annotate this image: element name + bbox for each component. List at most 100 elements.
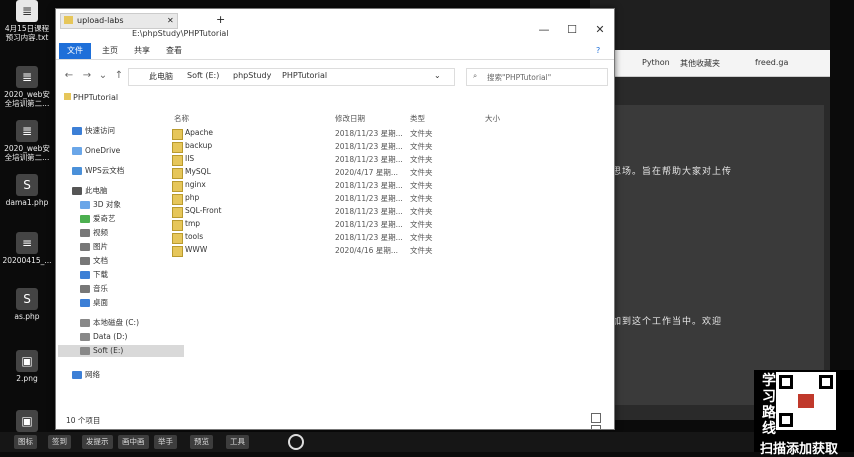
bookmarks-bar: Python 其他收藏夹 freed.ga [590, 50, 830, 77]
breadcrumb-this-pc[interactable]: 此电脑 [149, 71, 173, 82]
sidebar-item-label: WPS云文档 [85, 166, 125, 175]
breadcrumb-phpstudy[interactable]: phpStudy [233, 71, 271, 80]
desktop-icon[interactable]: ≣ 2020_web安 全培训第二... [2, 120, 52, 162]
desktop-icon-label: 2020_web安 全培训第二... [4, 90, 50, 108]
tab-file[interactable]: 文件 [59, 43, 91, 59]
desktop-icon[interactable]: ≣ 2020_web安 全培训第二... [2, 66, 52, 108]
column-type[interactable]: 类型 [410, 113, 425, 124]
search-box[interactable]: ⌕ 搜索"PHPTutorial" [466, 68, 608, 86]
toolbar-button[interactable]: 发提示 [82, 435, 113, 449]
folder-icon [172, 155, 183, 166]
desktop-icon-label: 20200415_... [2, 256, 52, 265]
details-view-icon[interactable] [591, 413, 601, 423]
file-date: 2018/11/23 星期... [335, 207, 403, 216]
file-row[interactable]: MySQL 2020/4/17 星期... 文件夹 [170, 166, 530, 179]
file-type: 文件夹 [410, 220, 433, 229]
maximize-button[interactable]: ☐ [558, 23, 586, 37]
column-date[interactable]: 修改日期 [335, 113, 365, 124]
sidebar-item[interactable]: 本地磁盘 (C:) [80, 317, 139, 329]
browser-toolbar [590, 0, 830, 50]
toolbar-button[interactable]: 举手 [154, 435, 177, 449]
tiles-view-icon[interactable] [591, 425, 601, 429]
content-panel [604, 105, 824, 405]
file-row[interactable]: Apache 2018/11/23 星期... 文件夹 [170, 127, 530, 140]
folder-icon [172, 181, 183, 192]
sidebar-item[interactable]: WPS云文档 [72, 165, 124, 177]
file-row[interactable]: backup 2018/11/23 星期... 文件夹 [170, 140, 530, 153]
file-type: 文件夹 [410, 207, 433, 216]
sidebar-item-icon [80, 271, 90, 279]
toolbar-button[interactable]: 工具 [226, 435, 249, 449]
tab-view[interactable]: 查看 [166, 43, 182, 59]
file-type: 文件夹 [410, 129, 433, 138]
breadcrumb-phptutorial[interactable]: PHPTutorial [282, 71, 327, 80]
column-size[interactable]: 大小 [485, 113, 500, 124]
sidebar-item[interactable]: 视频 [80, 227, 108, 239]
ribbon: 文件 主页 共享 查看 ? [56, 43, 614, 60]
desktop-icon[interactable]: ▣ 2.png [2, 350, 52, 383]
new-tab-icon[interactable]: + [216, 13, 225, 26]
breadcrumb-soft[interactable]: Soft (E:) [187, 71, 219, 80]
bookmark-other[interactable]: 其他收藏夹 [680, 58, 720, 69]
sidebar-item[interactable]: 图片 [80, 241, 108, 253]
address-bar[interactable]: 此电脑 Soft (E:) phpStudy PHPTutorial ⌄ [128, 68, 455, 86]
desktop-icon[interactable]: Sas.php [2, 288, 52, 321]
sidebar-item[interactable]: Soft (E:) [58, 345, 184, 357]
file-row[interactable]: IIS 2018/11/23 星期... 文件夹 [170, 153, 530, 166]
tab-home[interactable]: 主页 [102, 43, 118, 59]
sidebar-item[interactable]: 3D 对象 [80, 199, 121, 211]
minimize-button[interactable]: — [530, 23, 558, 37]
desktop-icon[interactable]: Sdama1.php [2, 174, 52, 207]
sidebar-item[interactable]: 音乐 [80, 283, 108, 295]
power-icon[interactable] [288, 434, 304, 450]
sidebar-item[interactable]: 此电脑 [72, 185, 108, 197]
folder-icon [172, 168, 183, 179]
promo-char: 路 [762, 405, 776, 421]
sidebar-item[interactable]: 网络 [72, 369, 100, 381]
file-date: 2018/11/23 星期... [335, 155, 403, 164]
sidebar-item[interactable]: 下载 [80, 269, 108, 281]
file-row[interactable]: SQL-Front 2018/11/23 星期... 文件夹 [170, 205, 530, 218]
toolbar-button[interactable]: 画中画 [118, 435, 149, 449]
toolbar-button[interactable]: 预览 [190, 435, 213, 449]
content-text-2: 加到这个工作当中。欢迎 [612, 317, 723, 327]
file-row[interactable]: tools 2018/11/23 星期... 文件夹 [170, 231, 530, 244]
bookmark-freed[interactable]: freed.ga [755, 58, 788, 67]
desktop-icon[interactable]: ≣ 4月15日课程 预习内容.txt [2, 0, 52, 42]
file-row[interactable]: nginx 2018/11/23 星期... 文件夹 [170, 179, 530, 192]
recent-chevron-icon[interactable]: ⌄ [96, 69, 110, 83]
sidebar-item[interactable]: Data (D:) [80, 331, 127, 343]
tab-share[interactable]: 共享 [134, 43, 150, 59]
image-file-icon: ▣ [16, 350, 38, 372]
toolbar-button[interactable]: 图标 [14, 435, 37, 449]
file-row[interactable]: WWW 2020/4/16 星期... 文件夹 [170, 244, 530, 257]
view-toggle[interactable] [591, 413, 611, 429]
sidebar-item[interactable]: 桌面 [80, 297, 108, 309]
sidebar-item[interactable]: 爱奇艺 [80, 213, 116, 225]
background-browser-window: Python 其他收藏夹 freed.ga 思场。旨在帮助大家对上传 加到这个工… [590, 0, 830, 420]
help-icon[interactable]: ? [596, 43, 600, 59]
forward-arrow-icon[interactable]: → [80, 69, 94, 83]
close-tab-icon[interactable]: ✕ [167, 14, 174, 28]
close-button[interactable]: ✕ [586, 23, 614, 37]
window-tab[interactable]: upload-labs ✕ [60, 13, 178, 29]
file-date: 2018/11/23 星期... [335, 142, 403, 151]
back-arrow-icon[interactable]: ← [62, 69, 76, 83]
file-row[interactable]: php 2018/11/23 星期... 文件夹 [170, 192, 530, 205]
address-dropdown-icon[interactable]: ⌄ [434, 71, 441, 80]
file-date: 2018/11/23 星期... [335, 220, 403, 229]
content-text-1: 思场。旨在帮助大家对上传 [612, 167, 733, 177]
sidebar-item-label: Soft (E:) [93, 346, 124, 355]
column-name[interactable]: 名称 [174, 113, 189, 124]
promo-char: 线 [762, 421, 776, 437]
file-row[interactable]: tmp 2018/11/23 星期... 文件夹 [170, 218, 530, 231]
sidebar-item[interactable]: 文档 [80, 255, 108, 267]
bookmark-python[interactable]: Python [642, 58, 670, 67]
desktop-icon[interactable]: ≡ 20200415_... [2, 232, 52, 265]
sidebar-item[interactable]: 快速访问 [72, 125, 115, 137]
toolbar-button[interactable]: 签到 [48, 435, 71, 449]
sidebar-item-icon [72, 147, 82, 155]
sidebar-item-icon [72, 127, 82, 135]
up-arrow-icon[interactable]: ↑ [112, 69, 126, 83]
sidebar-item[interactable]: OneDrive [72, 145, 120, 157]
